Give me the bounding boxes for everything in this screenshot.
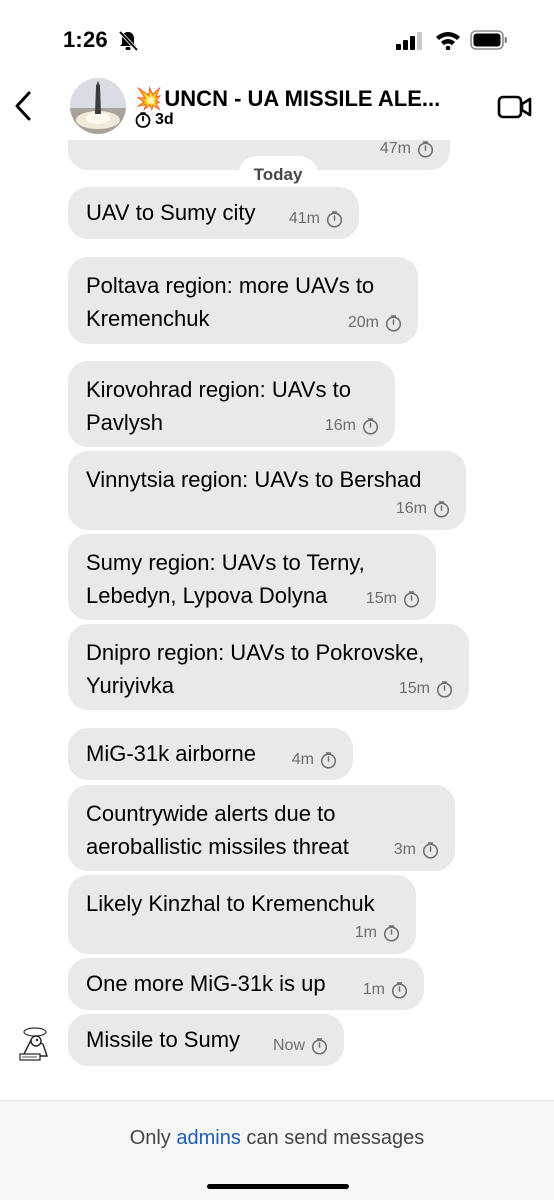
message-time: 20m (347, 314, 379, 331)
message-time: 15m (398, 680, 430, 697)
message-text: One more MiG-31k is up (86, 971, 326, 996)
chat-header: 💥UNCN - UA MISSILE ALE... 3d (0, 78, 554, 140)
timer-value: 3d (155, 111, 174, 128)
message-time: 4m (291, 751, 314, 768)
message-meta: 1m (355, 924, 400, 942)
message-time: 1m (362, 981, 385, 998)
message-time: 16m (395, 500, 427, 517)
message-bubble[interactable]: Poltava region: more UAVs to Kremenchuk … (68, 257, 418, 344)
timer-icon (436, 680, 453, 698)
message-meta: 16m (325, 417, 379, 435)
message-bubble[interactable]: Likely Kinzhal to Kremenchuk 1m (68, 875, 416, 954)
message-meta: 15m (399, 680, 453, 698)
timer-icon (422, 841, 439, 859)
message-meta: 41m (289, 210, 343, 228)
bell-muted-icon (118, 30, 139, 52)
message-meta: Now (273, 1037, 328, 1055)
message-meta: 1m (363, 981, 408, 999)
battery-icon (470, 30, 507, 50)
signal-icon (396, 32, 422, 50)
message-time: 47m (379, 140, 411, 157)
message-text: Countrywide alerts due to aeroballistic … (86, 801, 349, 859)
channel-avatar[interactable] (70, 78, 126, 134)
notice-prefix: Only (129, 1127, 177, 1149)
timer-icon (433, 500, 450, 518)
status-time: 1:26 (63, 27, 108, 52)
message-bubble[interactable]: Missile to Sumy Now (68, 1014, 344, 1066)
timer-icon (311, 1037, 328, 1055)
timer-icon (403, 590, 420, 608)
message-list[interactable]: 47m Today UAV to Sumy city 41m Poltava r… (0, 140, 554, 1100)
message-bubble[interactable]: UAV to Sumy city 41m (68, 187, 359, 239)
message-time: 16m (324, 417, 356, 434)
message-bubble[interactable]: Sumy region: UAVs to Terny, Lebedyn, Lyp… (68, 534, 436, 620)
sender-avatar[interactable] (17, 1026, 53, 1062)
composer-disabled-footer: Only admins can send messages (0, 1100, 554, 1200)
message-meta: 47m (380, 140, 434, 158)
message-bubble[interactable]: Kirovohrad region: UAVs to Pavlysh 16m (68, 361, 395, 447)
home-indicator[interactable] (207, 1184, 349, 1189)
message-bubble[interactable]: Vinnytsia region: UAVs to Bershad 16m (68, 451, 466, 530)
timer-icon (362, 417, 379, 435)
message-bubble[interactable]: Countrywide alerts due to aeroballistic … (68, 785, 455, 871)
timer-icon (417, 140, 434, 158)
timer-icon (320, 751, 337, 769)
channel-title-text: UNCN - UA MISSILE ALE... (164, 86, 441, 111)
message-time: 1m (354, 924, 377, 941)
video-call-icon[interactable] (497, 94, 533, 120)
message-time: 41m (288, 210, 320, 227)
message-meta: 20m (348, 314, 402, 332)
message-bubble[interactable]: MiG-31k airborne 4m (68, 728, 353, 780)
timer-icon (135, 112, 151, 128)
channel-title[interactable]: 💥UNCN - UA MISSILE ALE... (135, 86, 475, 112)
message-time: Now (272, 1037, 305, 1054)
disappearing-timer: 3d (135, 111, 174, 129)
status-bar: 1:26 (0, 0, 554, 80)
timer-icon (385, 314, 402, 332)
message-text: Likely Kinzhal to Kremenchuk (86, 891, 375, 916)
message-time: 15m (365, 590, 397, 607)
message-meta: 3m (394, 841, 439, 859)
message-bubble[interactable]: Dnipro region: UAVs to Pokrovske, Yuriyi… (68, 624, 469, 710)
back-chevron-icon[interactable] (12, 90, 34, 122)
message-text: Vinnytsia region: UAVs to Bershad (86, 467, 422, 492)
message-meta: 16m (396, 500, 450, 518)
notice-suffix: can send messages (240, 1127, 425, 1149)
timer-icon (383, 924, 400, 942)
timer-icon (326, 210, 343, 228)
explosion-emoji: 💥 (135, 86, 163, 111)
message-meta: 4m (292, 751, 337, 769)
admins-link[interactable]: admins (176, 1127, 240, 1149)
timer-icon (391, 981, 408, 999)
message-time: 3m (393, 841, 416, 858)
admins-only-notice: Only admins can send messages (0, 1127, 554, 1150)
wifi-icon (436, 32, 460, 50)
message-bubble[interactable]: One more MiG-31k is up 1m (68, 958, 424, 1010)
message-meta: 15m (366, 590, 420, 608)
